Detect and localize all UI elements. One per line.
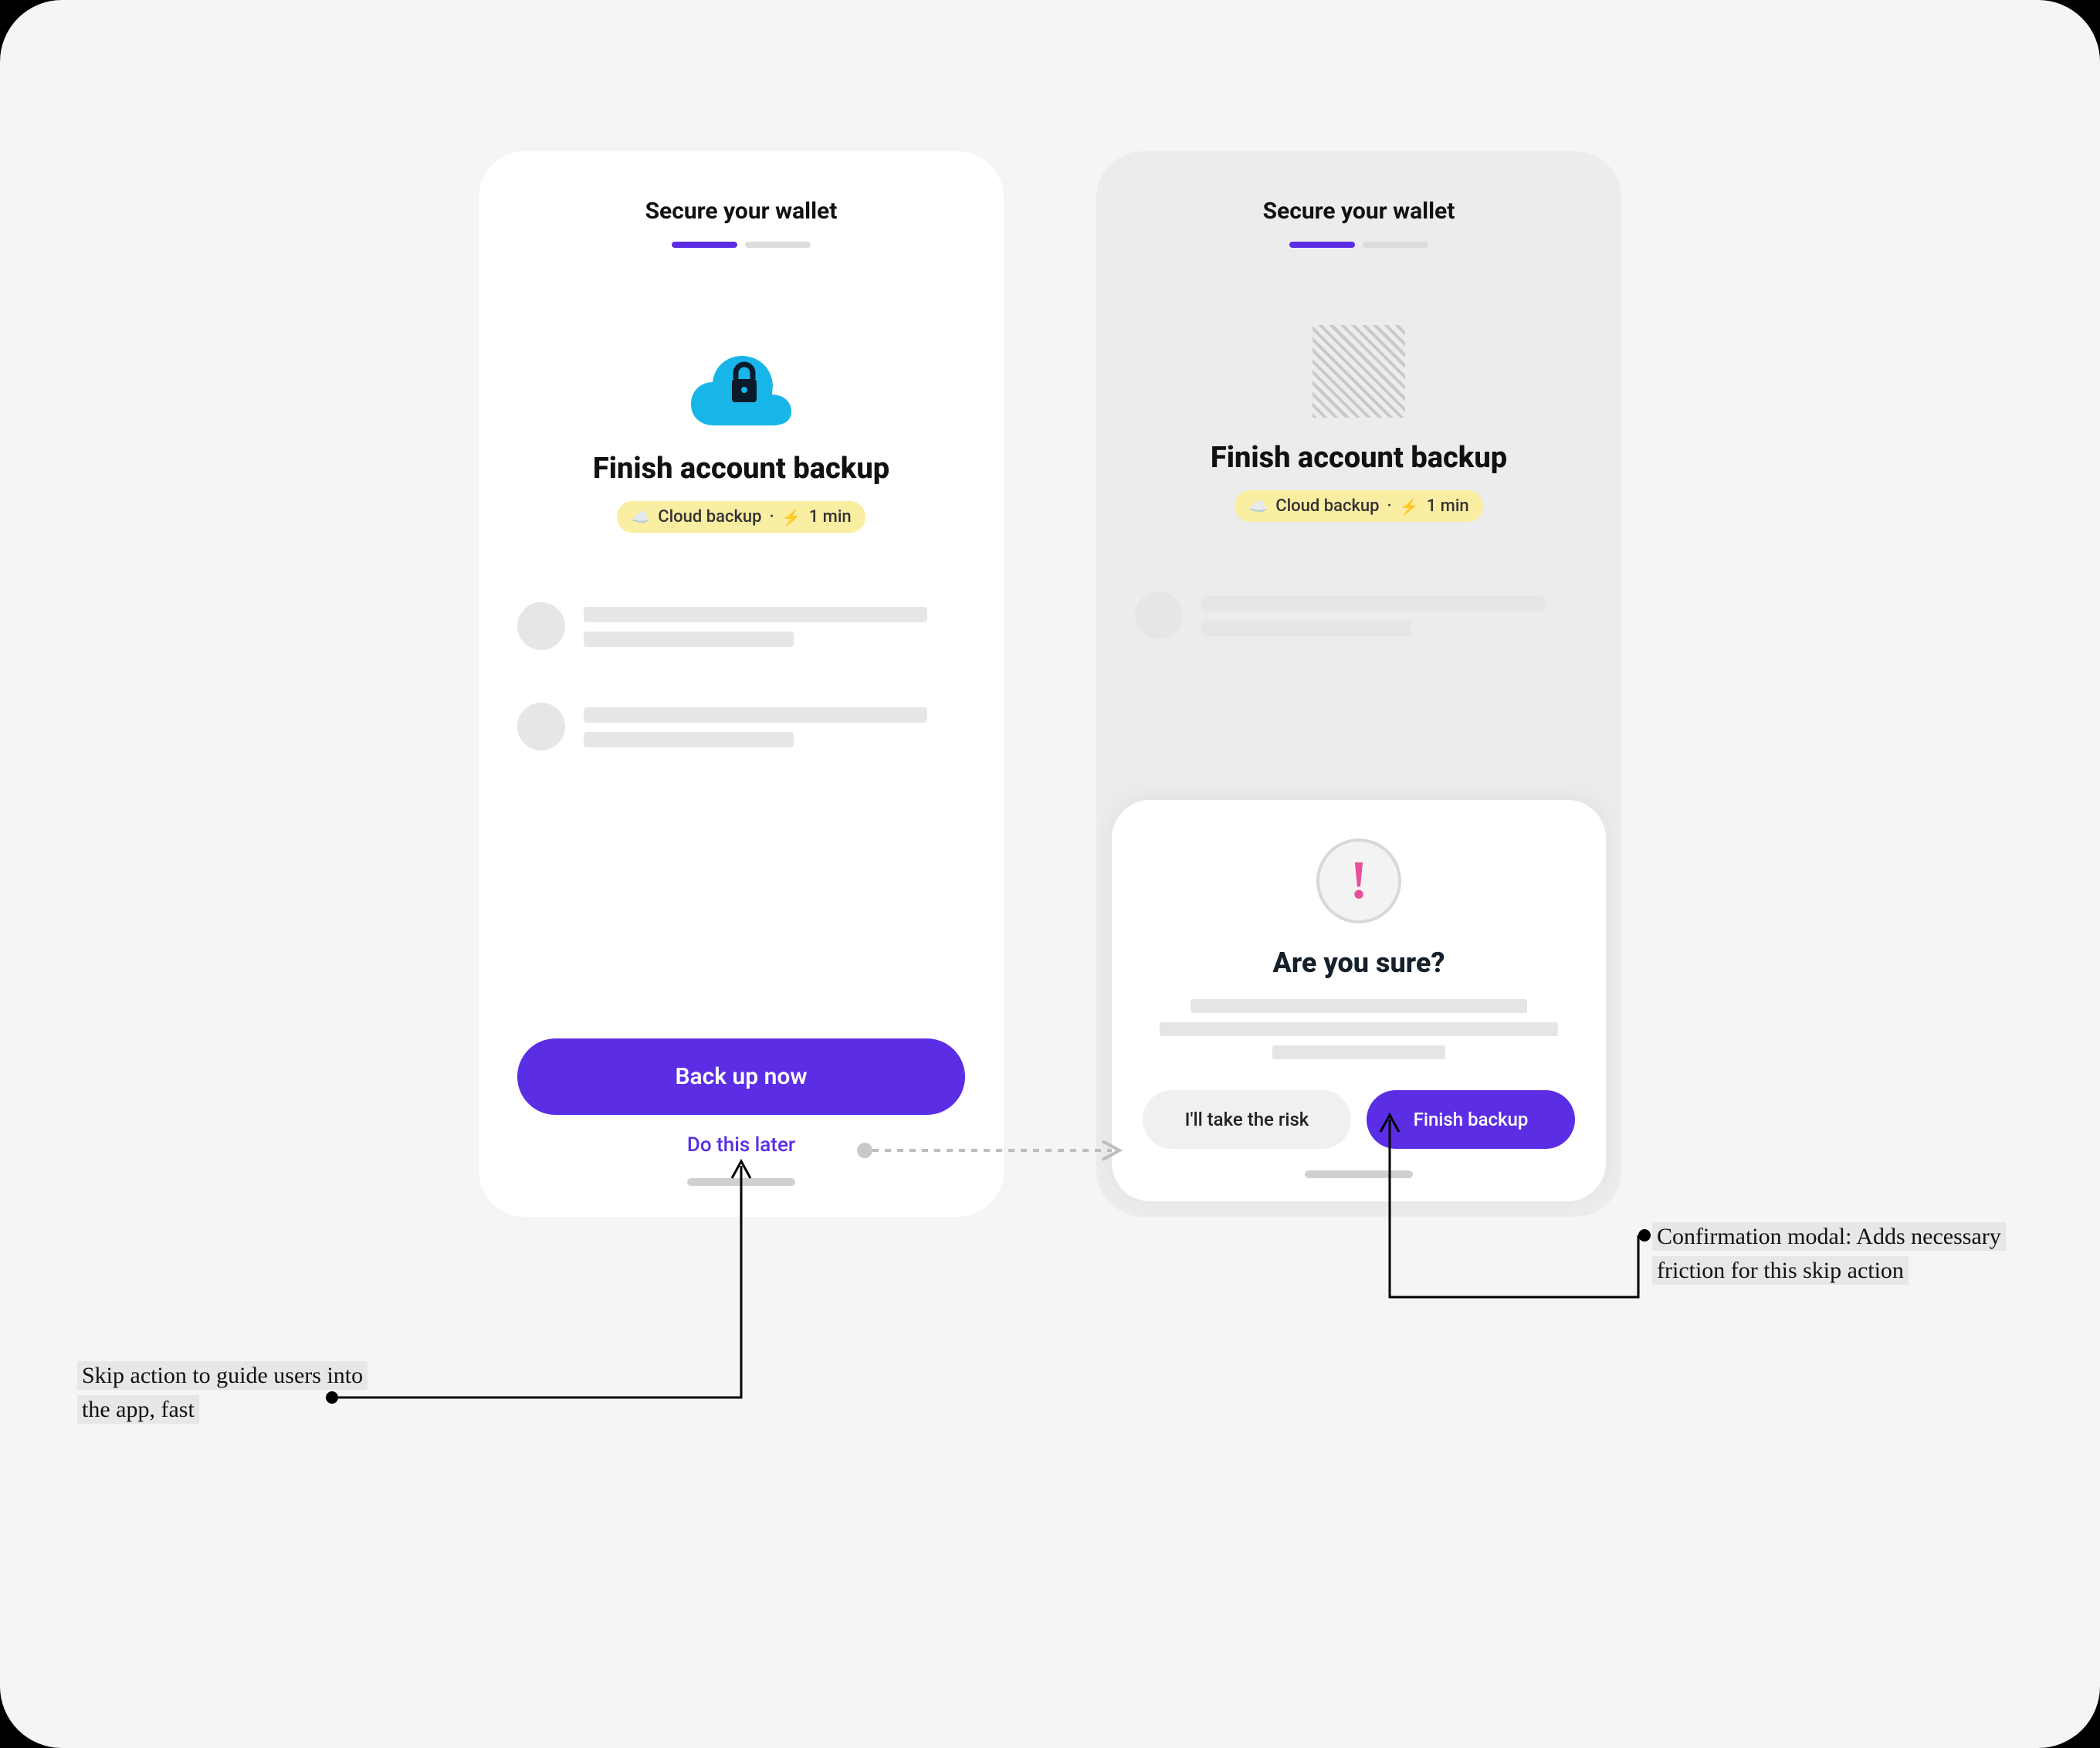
badge-cloud-label: Cloud backup: [658, 507, 761, 527]
placeholder-line: [1272, 1045, 1445, 1059]
progress-segment: [745, 242, 811, 248]
progress-segment-active: [672, 242, 737, 248]
badge-time-label: 1 min: [809, 507, 852, 527]
phone-screen-confirm: Secure your wallet Finish account backup…: [1096, 151, 1621, 1217]
phone-screen-backup: Secure your wallet Finish account backup…: [479, 151, 1004, 1217]
placeholder-avatar: [517, 703, 565, 750]
badge-cloud-label: Cloud backup: [1275, 496, 1379, 516]
home-indicator: [1305, 1170, 1413, 1178]
placeholder-line: [584, 707, 927, 723]
list-item: [1135, 591, 1583, 645]
home-indicator: [687, 1178, 795, 1186]
section-heading: Finish account backup: [517, 452, 965, 486]
progress-bar: [1289, 242, 1428, 248]
progress-bar: [672, 242, 811, 248]
badge-backup-info: ☁️ Cloud backup · ⚡ 1 min: [1235, 490, 1482, 522]
placeholder-list: [517, 602, 965, 803]
annotation-modal: Confirmation modal: Adds necessary frict…: [1652, 1220, 2015, 1287]
diagram-canvas: Secure your wallet Finish account backup…: [0, 0, 2100, 1748]
annotation-skip: Skip action to guide users into the app,…: [77, 1359, 386, 1426]
badge-time-label: 1 min: [1427, 496, 1469, 516]
placeholder-icon: [1312, 325, 1405, 418]
annotation-text: Skip action to guide users into the app,…: [77, 1361, 368, 1424]
badge-separator: ·: [770, 507, 774, 527]
section-heading: Finish account backup: [1135, 441, 1583, 475]
placeholder-line: [1201, 621, 1411, 636]
list-item: [517, 602, 965, 656]
placeholder-line: [1201, 596, 1545, 611]
lightning-icon: ⚡: [782, 508, 801, 527]
exclamation-icon: !: [1350, 854, 1367, 908]
placeholder-avatar: [1135, 591, 1183, 639]
placeholder-list: [1135, 591, 1583, 692]
finish-backup-button[interactable]: Finish backup: [1367, 1090, 1575, 1149]
progress-segment-active: [1289, 242, 1355, 248]
badge-backup-info: ☁️ Cloud backup · ⚡ 1 min: [617, 501, 865, 533]
badge-separator: ·: [1387, 496, 1392, 516]
take-risk-button[interactable]: I'll take the risk: [1143, 1090, 1351, 1149]
placeholder-line: [584, 732, 794, 747]
annotation-text: Confirmation modal: Adds necessary frict…: [1652, 1222, 2006, 1285]
list-item: [517, 703, 965, 757]
cloud-lock-icon: [517, 348, 965, 429]
placeholder-line: [584, 632, 794, 647]
backup-now-button[interactable]: Back up now: [517, 1038, 965, 1115]
placeholder-avatar: [517, 602, 565, 650]
progress-segment: [1363, 242, 1428, 248]
page-title: Secure your wallet: [517, 198, 965, 225]
page-title: Secure your wallet: [1135, 198, 1583, 225]
cloud-emoji-icon: ☁️: [631, 508, 650, 527]
modal-title: Are you sure?: [1143, 947, 1575, 979]
placeholder-line: [1191, 999, 1528, 1013]
do-this-later-link[interactable]: Do this later: [517, 1133, 965, 1157]
alert-icon: !: [1316, 838, 1401, 923]
lightning-icon: ⚡: [1400, 497, 1419, 516]
confirm-modal: ! Are you sure? I'll take the risk Finis…: [1112, 800, 1606, 1201]
modal-body-placeholder: [1143, 999, 1575, 1059]
placeholder-line: [1160, 1022, 1557, 1036]
cloud-emoji-icon: ☁️: [1248, 497, 1268, 516]
placeholder-line: [584, 607, 927, 622]
